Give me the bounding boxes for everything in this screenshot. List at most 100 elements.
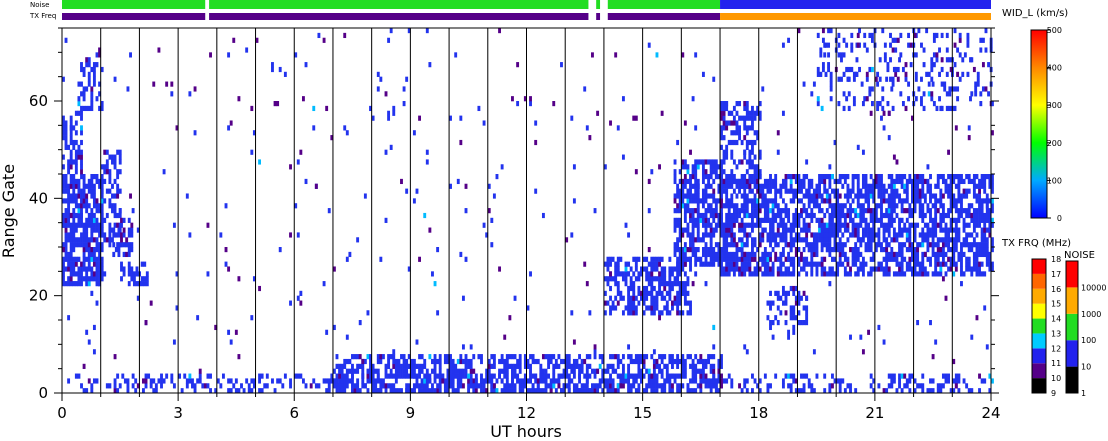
echo-cell <box>276 378 280 384</box>
echo-cell <box>467 383 471 389</box>
echo-cell <box>696 358 700 365</box>
echo-cell <box>694 354 698 360</box>
echo-cell <box>766 198 770 204</box>
echo-cell <box>634 378 638 384</box>
echo-cell <box>593 349 597 355</box>
echo-cell <box>825 227 829 233</box>
echo-cell <box>987 62 991 68</box>
echo-cell <box>144 378 148 384</box>
echo-cell <box>960 178 963 185</box>
echo-cell <box>820 217 824 223</box>
echo-cell <box>340 368 344 374</box>
echo-cell <box>575 383 579 389</box>
echo-cell <box>645 368 649 374</box>
echo-cell <box>108 178 112 185</box>
echo-cell <box>825 222 829 228</box>
echo-cell <box>934 251 938 258</box>
echo-cell <box>374 383 378 389</box>
echo-cell <box>945 91 949 97</box>
echo-cell <box>864 247 868 253</box>
echo-cell <box>634 358 638 365</box>
echo-cell <box>735 125 739 131</box>
echo-cell <box>92 66 96 73</box>
echo-cell <box>699 217 703 223</box>
echo-cell <box>740 183 744 189</box>
echo-cell <box>745 183 749 189</box>
echo-cell <box>694 183 698 189</box>
echo-cell <box>459 251 463 258</box>
echo-cell <box>74 178 78 185</box>
echo-cell <box>766 271 770 277</box>
echo-cell <box>802 81 806 87</box>
echo-cell <box>126 86 130 92</box>
echo-cell <box>727 139 731 146</box>
echo-cell <box>425 159 429 165</box>
echo-cell <box>769 232 772 238</box>
echo-cell <box>665 378 669 384</box>
echo-cell <box>552 363 556 369</box>
echo-cell <box>683 208 687 214</box>
echo-cell <box>629 305 633 311</box>
echo-cell <box>673 251 677 258</box>
echo-cell <box>900 271 904 277</box>
echo-cell <box>837 52 841 58</box>
echo-cell <box>505 378 509 384</box>
echo-cell <box>412 368 416 374</box>
echo-cell <box>892 373 896 379</box>
echo-cell <box>85 203 89 209</box>
echo-cell <box>831 271 834 277</box>
echo-cell <box>676 271 680 277</box>
echo-cell <box>856 32 860 39</box>
echo-cell <box>629 295 633 301</box>
echo-cell <box>880 208 883 214</box>
echo-cell <box>340 373 344 379</box>
echo-cell <box>645 354 649 360</box>
echo-cell <box>516 62 520 68</box>
echo-cell <box>921 203 925 209</box>
echo-cell <box>769 251 772 258</box>
echo-cell <box>722 227 726 233</box>
echo-cell <box>387 373 391 379</box>
echo-cell <box>609 363 612 369</box>
echo-cell <box>689 242 692 248</box>
echo-cell <box>738 135 741 141</box>
echo-cell <box>69 281 73 287</box>
echo-cell <box>931 81 935 87</box>
echo-cell <box>92 247 96 253</box>
echo-cell <box>69 251 73 258</box>
echo-cell <box>549 354 553 360</box>
echo-cell <box>87 222 91 228</box>
echo-cell <box>905 266 909 272</box>
echo-cell <box>861 208 865 214</box>
echo-cell <box>87 105 91 112</box>
echo-cell <box>908 261 912 267</box>
echo-cell <box>660 110 664 116</box>
echo-cell <box>534 188 538 194</box>
echo-cell <box>85 208 89 214</box>
echo-cell <box>683 183 687 189</box>
echo-cell <box>714 174 718 180</box>
echo-cell <box>541 373 545 379</box>
echo-cell <box>650 261 654 267</box>
echo-cell <box>876 101 880 107</box>
echo-cell <box>745 115 749 121</box>
noise-colorbar-segment <box>1066 287 1078 314</box>
echo-cell <box>891 81 895 87</box>
echo-cell <box>807 198 811 204</box>
echo-cell <box>585 368 589 374</box>
echo-cell <box>774 242 778 248</box>
echo-cell <box>671 358 674 365</box>
echo-cell <box>725 198 729 204</box>
echo-cell <box>743 193 747 199</box>
echo-cell <box>823 227 827 233</box>
echo-cell <box>845 42 849 48</box>
echo-cell <box>967 212 971 219</box>
echo-cell <box>903 256 907 262</box>
echo-cell <box>335 378 339 384</box>
echo-cell <box>957 378 961 384</box>
echo-cell <box>740 115 744 121</box>
echo-cell <box>387 115 391 121</box>
echo-cell <box>224 247 228 253</box>
echo-cell <box>183 373 187 379</box>
echo-cell <box>130 232 134 238</box>
